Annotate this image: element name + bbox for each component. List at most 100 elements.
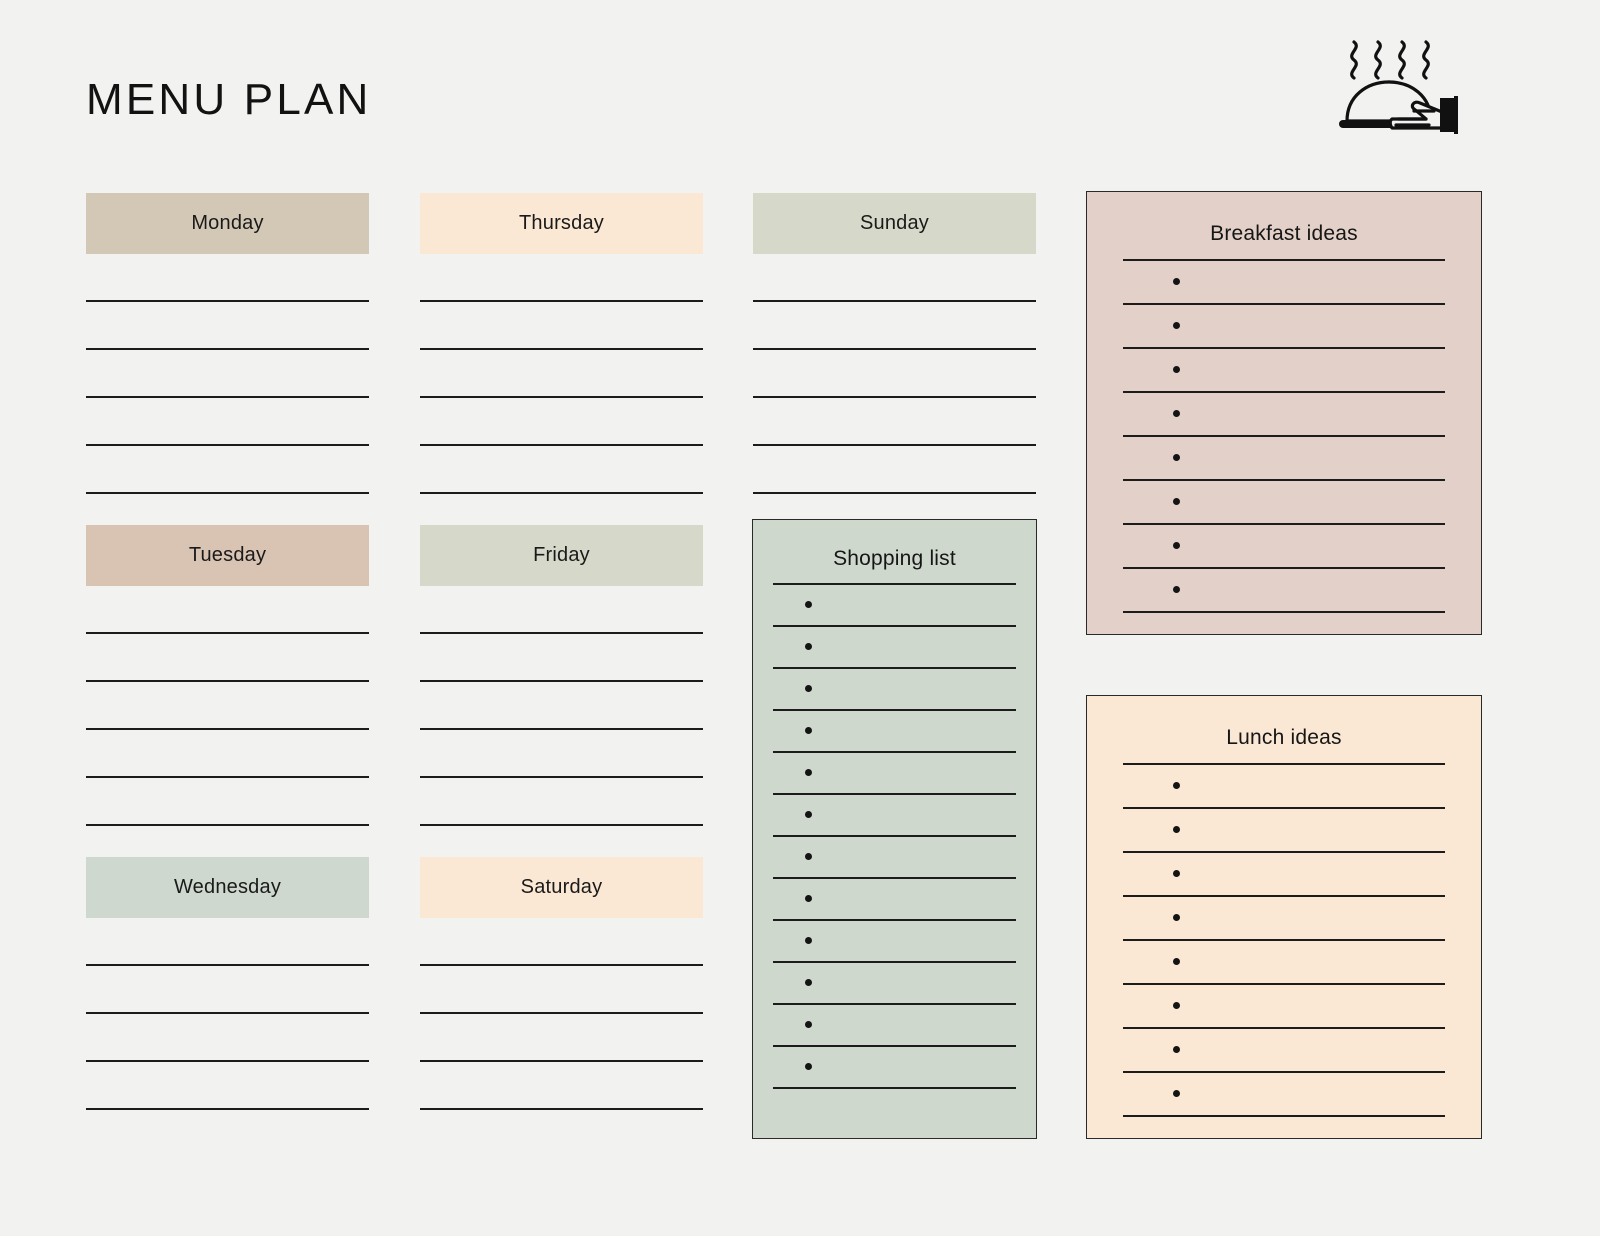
list-item[interactable]: [1123, 261, 1445, 305]
bullet-icon: [805, 601, 812, 608]
list-item-rule: [1123, 1115, 1445, 1117]
write-line[interactable]: [86, 964, 369, 966]
day-header-monday[interactable]: Monday: [86, 193, 369, 254]
day-header-friday[interactable]: Friday: [420, 525, 703, 586]
day-block-saturday: Saturday: [420, 857, 703, 1110]
write-line[interactable]: [86, 632, 369, 634]
day-block-sunday: Sunday: [753, 193, 1036, 494]
list-item[interactable]: [1123, 765, 1445, 809]
write-line[interactable]: [420, 1108, 703, 1110]
write-line[interactable]: [420, 632, 703, 634]
write-line[interactable]: [86, 776, 369, 778]
bullet-icon: [805, 643, 812, 650]
write-line[interactable]: [86, 1060, 369, 1062]
breakfast-ideas-box[interactable]: Breakfast ideas: [1086, 191, 1482, 635]
write-line[interactable]: [420, 300, 703, 302]
bullet-icon: [1173, 278, 1180, 285]
bullet-icon: [1173, 870, 1180, 877]
day-write-lines-sunday: [753, 300, 1036, 494]
bullet-icon: [1173, 322, 1180, 329]
write-line[interactable]: [420, 1060, 703, 1062]
bullet-icon: [805, 937, 812, 944]
write-line[interactable]: [86, 444, 369, 446]
cloche-serving-dome-with-hand-icon: [1330, 26, 1458, 136]
lunch-ideas-box[interactable]: Lunch ideas: [1086, 695, 1482, 1139]
write-line[interactable]: [420, 444, 703, 446]
write-line[interactable]: [420, 492, 703, 494]
bullet-icon: [805, 811, 812, 818]
list-item[interactable]: [1123, 305, 1445, 349]
day-header-thursday[interactable]: Thursday: [420, 193, 703, 254]
bullet-icon: [1173, 498, 1180, 505]
write-line[interactable]: [86, 728, 369, 730]
write-line[interactable]: [420, 964, 703, 966]
write-line[interactable]: [86, 492, 369, 494]
day-header-sunday[interactable]: Sunday: [753, 193, 1036, 254]
bullet-icon: [1173, 410, 1180, 417]
list-item[interactable]: [1123, 809, 1445, 853]
list-item[interactable]: [773, 585, 1016, 627]
list-item[interactable]: [1123, 437, 1445, 481]
bullet-icon: [1173, 958, 1180, 965]
list-item[interactable]: [773, 879, 1016, 921]
day-write-lines-wednesday: [86, 964, 369, 1110]
list-item[interactable]: [773, 1005, 1016, 1047]
write-line[interactable]: [86, 300, 369, 302]
lunch-ideas-title: Lunch ideas: [1226, 726, 1342, 749]
day-block-friday: Friday: [420, 525, 703, 826]
write-line[interactable]: [420, 728, 703, 730]
bullet-icon: [1173, 454, 1180, 461]
bullet-icon: [1173, 826, 1180, 833]
write-line[interactable]: [753, 300, 1036, 302]
list-item[interactable]: [1123, 897, 1445, 941]
write-line[interactable]: [420, 776, 703, 778]
list-item[interactable]: [1123, 1073, 1445, 1117]
write-line[interactable]: [753, 348, 1036, 350]
list-item[interactable]: [773, 837, 1016, 879]
list-item[interactable]: [773, 711, 1016, 753]
write-line[interactable]: [753, 396, 1036, 398]
breakfast-ideas-title: Breakfast ideas: [1210, 222, 1358, 245]
write-line[interactable]: [86, 680, 369, 682]
bullet-icon: [805, 853, 812, 860]
list-item[interactable]: [1123, 481, 1445, 525]
write-line[interactable]: [86, 348, 369, 350]
write-line[interactable]: [86, 824, 369, 826]
day-header-wednesday[interactable]: Wednesday: [86, 857, 369, 918]
write-line[interactable]: [753, 492, 1036, 494]
write-line[interactable]: [420, 1012, 703, 1014]
breakfast-ideas-rows: [1123, 261, 1445, 613]
list-item[interactable]: [773, 669, 1016, 711]
list-item[interactable]: [1123, 525, 1445, 569]
write-line[interactable]: [86, 1012, 369, 1014]
list-item[interactable]: [1123, 569, 1445, 613]
list-item[interactable]: [773, 1047, 1016, 1089]
write-line[interactable]: [420, 396, 703, 398]
list-item[interactable]: [1123, 941, 1445, 985]
day-header-saturday[interactable]: Saturday: [420, 857, 703, 918]
write-line[interactable]: [86, 1108, 369, 1110]
write-line[interactable]: [420, 824, 703, 826]
shopping-list-box[interactable]: Shopping list: [752, 519, 1037, 1139]
day-header-tuesday[interactable]: Tuesday: [86, 525, 369, 586]
list-item[interactable]: [773, 921, 1016, 963]
list-item[interactable]: [773, 627, 1016, 669]
list-item[interactable]: [773, 963, 1016, 1005]
menu-plan-page: MENU PLAN Monday Tuesday Wednesday Thurs…: [0, 0, 1600, 1236]
list-item[interactable]: [1123, 393, 1445, 437]
shopping-list-rows: [773, 585, 1016, 1089]
write-line[interactable]: [86, 396, 369, 398]
write-line[interactable]: [420, 348, 703, 350]
list-item[interactable]: [1123, 1029, 1445, 1073]
day-write-lines-thursday: [420, 300, 703, 494]
list-item[interactable]: [1123, 985, 1445, 1029]
write-line[interactable]: [753, 444, 1036, 446]
day-block-tuesday: Tuesday: [86, 525, 369, 826]
list-item[interactable]: [773, 753, 1016, 795]
list-item[interactable]: [1123, 349, 1445, 393]
write-line[interactable]: [420, 680, 703, 682]
day-block-thursday: Thursday: [420, 193, 703, 494]
shopping-list-title: Shopping list: [833, 547, 956, 570]
list-item[interactable]: [1123, 853, 1445, 897]
list-item[interactable]: [773, 795, 1016, 837]
